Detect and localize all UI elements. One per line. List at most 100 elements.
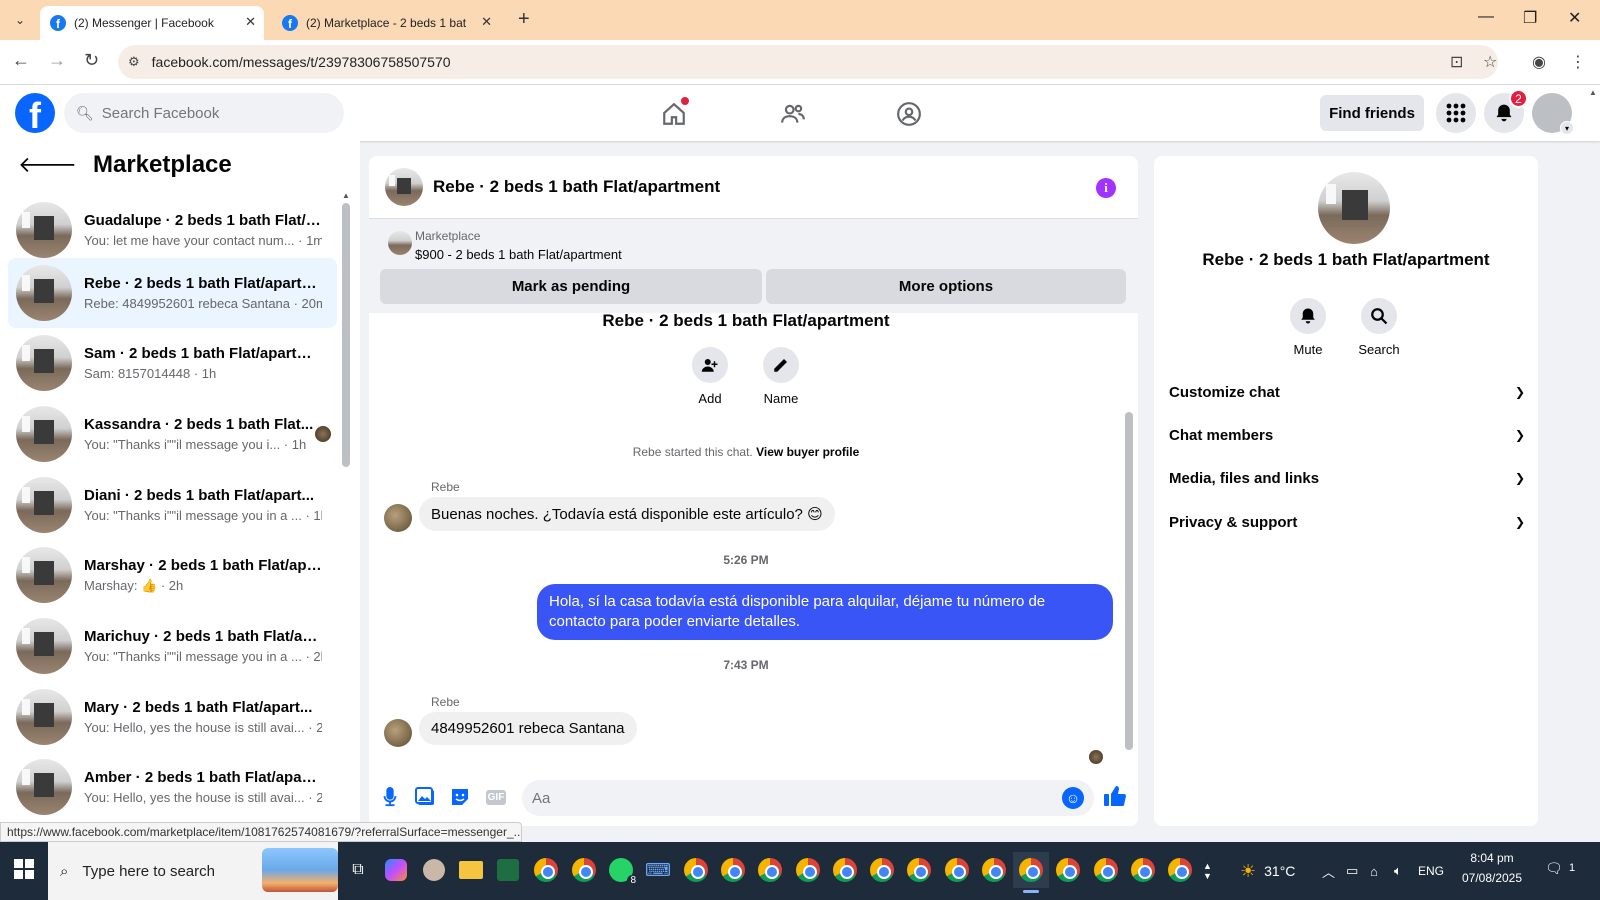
volume-icon[interactable]: 🔈︎: [1394, 842, 1402, 900]
close-tab-icon[interactable]: ✕: [245, 14, 256, 30]
install-app-icon[interactable]: ⊡: [1450, 52, 1463, 72]
incoming-message[interactable]: Buenas noches. ¿Todavía está disponible …: [419, 497, 835, 531]
microphone-icon[interactable]: [379, 786, 401, 808]
excel-icon[interactable]: [490, 852, 526, 888]
chrome-icon[interactable]: [901, 852, 937, 888]
facebook-logo-icon[interactable]: f: [15, 93, 55, 134]
language-indicator[interactable]: ENG: [1418, 842, 1444, 900]
name-chat-button[interactable]: Name: [746, 347, 816, 406]
search-in-chat-button[interactable]: Search: [1344, 298, 1414, 357]
notification-center-icon[interactable]: 🗨︎ 1: [1545, 860, 1575, 877]
browser-menu-icon[interactable]: ⋮: [1570, 52, 1586, 72]
conversation-item[interactable]: Marichuy · 2 beds 1 bath Flat/ap... You: …: [8, 611, 337, 681]
friends-nav-icon[interactable]: [776, 97, 810, 131]
taskbar-scroll-arrows-icon[interactable]: ▲ ▼: [1203, 842, 1212, 900]
chrome-icon[interactable]: [864, 852, 900, 888]
terminal-icon[interactable]: ⌨: [640, 852, 676, 888]
chat-title[interactable]: Rebe · 2 beds 1 bath Flat/apartment: [433, 177, 720, 197]
chrome-icon[interactable]: [1162, 852, 1198, 888]
message-input-box[interactable]: ☺: [522, 780, 1094, 816]
groups-nav-icon[interactable]: [892, 97, 926, 131]
item-thumbnail[interactable]: [388, 231, 412, 255]
back-arrow-icon[interactable]: 🡐: [18, 152, 77, 178]
sticker-icon[interactable]: [449, 786, 471, 808]
chrome-icon[interactable]: [1088, 852, 1124, 888]
taskbar-clock[interactable]: 8:04 pm 07/08/2025: [1452, 848, 1532, 888]
add-people-button[interactable]: Add: [675, 347, 745, 406]
more-options-button[interactable]: More options: [766, 269, 1126, 304]
tab-marketplace[interactable]: f (2) Marketplace - 2 beds 1 bath ✕: [272, 6, 500, 40]
chrome-icon[interactable]: [566, 852, 602, 888]
network-status-icon[interactable]: ▭: [1346, 842, 1358, 900]
customize-chat-section[interactable]: Customize chat ❯: [1169, 372, 1525, 412]
chrome-icon[interactable]: [790, 852, 826, 888]
weather-widget[interactable]: ☀ 31°C: [1240, 842, 1295, 900]
chrome-icon[interactable]: [827, 852, 863, 888]
facebook-search-input[interactable]: [101, 104, 322, 122]
mark-as-pending-button[interactable]: Mark as pending: [380, 269, 762, 304]
url-bar[interactable]: ⚙ facebook.com/messages/t/23978306758507…: [118, 45, 1498, 79]
chrome-icon[interactable]: [752, 852, 788, 888]
page-scroll-up-icon[interactable]: ▲: [1589, 88, 1597, 97]
windows-start-icon[interactable]: [14, 859, 34, 879]
conversation-info-icon[interactable]: i: [1096, 178, 1116, 198]
profile-icon[interactable]: ◉: [1532, 52, 1546, 72]
file-explorer-icon[interactable]: [453, 852, 489, 888]
message-input[interactable]: [532, 789, 1052, 807]
conversation-item[interactable]: Kassandra · 2 beds 1 bath Flat... You: "T…: [8, 399, 337, 469]
chrome-icon[interactable]: [1125, 852, 1161, 888]
restore-icon[interactable]: ❐: [1523, 8, 1537, 28]
conversation-item[interactable]: Sam · 2 beds 1 bath Flat/apartm... Sam: 8…: [8, 328, 337, 398]
conversation-item[interactable]: Diani · 2 beds 1 bath Flat/apart... You: …: [8, 470, 337, 540]
tab-messenger[interactable]: f (2) Messenger | Facebook ✕: [40, 6, 264, 40]
thread-scrollbar[interactable]: [1125, 412, 1133, 750]
find-friends-button[interactable]: Find friends: [1320, 95, 1424, 131]
emoji-icon[interactable]: ☺: [1062, 787, 1084, 809]
chrome-icon[interactable]: [1050, 852, 1086, 888]
facebook-search-box[interactable]: 🔍︎: [64, 93, 344, 133]
chrome-icon[interactable]: [939, 852, 975, 888]
chrome-icon[interactable]: [528, 852, 564, 888]
chrome-icon[interactable]: [715, 852, 751, 888]
outgoing-message[interactable]: Hola, sí la casa todavía está disponible…: [537, 584, 1113, 640]
photo-icon[interactable]: [414, 786, 436, 808]
reload-icon[interactable]: ↻: [84, 50, 99, 71]
chrome-icon[interactable]: [976, 852, 1012, 888]
mute-button[interactable]: Mute: [1273, 298, 1343, 357]
chrome-icon[interactable]: [678, 852, 714, 888]
tab-search-dropdown-icon[interactable]: ⌄: [8, 10, 32, 30]
conversation-item[interactable]: Mary · 2 beds 1 bath Flat/apart... You: H…: [8, 682, 337, 752]
show-hidden-icons-icon[interactable]: ︿: [1322, 842, 1335, 900]
conversation-item[interactable]: Amber · 2 beds 1 bath Flat/apart... You: …: [8, 752, 337, 822]
new-tab-icon[interactable]: +: [518, 8, 530, 31]
gif-icon[interactable]: GIF: [484, 786, 508, 808]
chat-members-section[interactable]: Chat members ❯: [1169, 415, 1525, 455]
whatsapp-icon[interactable]: 8: [603, 852, 639, 888]
copilot-icon[interactable]: [378, 852, 414, 888]
notifications-bell-icon[interactable]: 2: [1484, 89, 1528, 133]
menu-grid-icon[interactable]: [1436, 93, 1476, 133]
minimize-icon[interactable]: —: [1478, 8, 1494, 26]
site-info-icon[interactable]: ⚙: [128, 54, 140, 70]
scroll-up-arrow-icon[interactable]: ▲: [342, 191, 350, 200]
app-icon[interactable]: [416, 852, 452, 888]
sender-avatar[interactable]: [384, 719, 412, 747]
conversation-item-selected[interactable]: Rebe · 2 beds 1 bath Flat/apartm... Rebe:…: [8, 258, 337, 328]
forward-icon[interactable]: →: [48, 50, 66, 71]
chrome-icon-active[interactable]: [1013, 852, 1049, 893]
media-files-links-section[interactable]: Media, files and links ❯: [1169, 458, 1525, 498]
conversation-item[interactable]: Guadalupe · 2 beds 1 bath Flat/a... You: …: [8, 195, 337, 265]
home-nav-icon[interactable]: [657, 97, 691, 131]
taskbar-search-box[interactable]: ⌕ Type here to search: [48, 842, 338, 900]
thumbs-up-icon[interactable]: [1103, 784, 1127, 814]
item-price-title[interactable]: $900 - 2 beds 1 bath Flat/apartment: [415, 247, 622, 262]
conversation-item[interactable]: Marshay · 2 beds 1 bath Flat/apa... Marsh…: [8, 540, 337, 610]
account-avatar[interactable]: ▾: [1532, 93, 1574, 135]
chat-listing-thumbnail[interactable]: [385, 168, 423, 206]
incoming-message[interactable]: 4849952601 rebeca Santana: [419, 712, 637, 745]
close-window-icon[interactable]: ✕: [1568, 8, 1581, 28]
close-tab-icon[interactable]: ✕: [481, 14, 492, 30]
sender-avatar[interactable]: [384, 504, 412, 532]
conversation-list-scrollbar[interactable]: [342, 203, 350, 467]
bookmark-star-icon[interactable]: ☆: [1483, 52, 1497, 72]
